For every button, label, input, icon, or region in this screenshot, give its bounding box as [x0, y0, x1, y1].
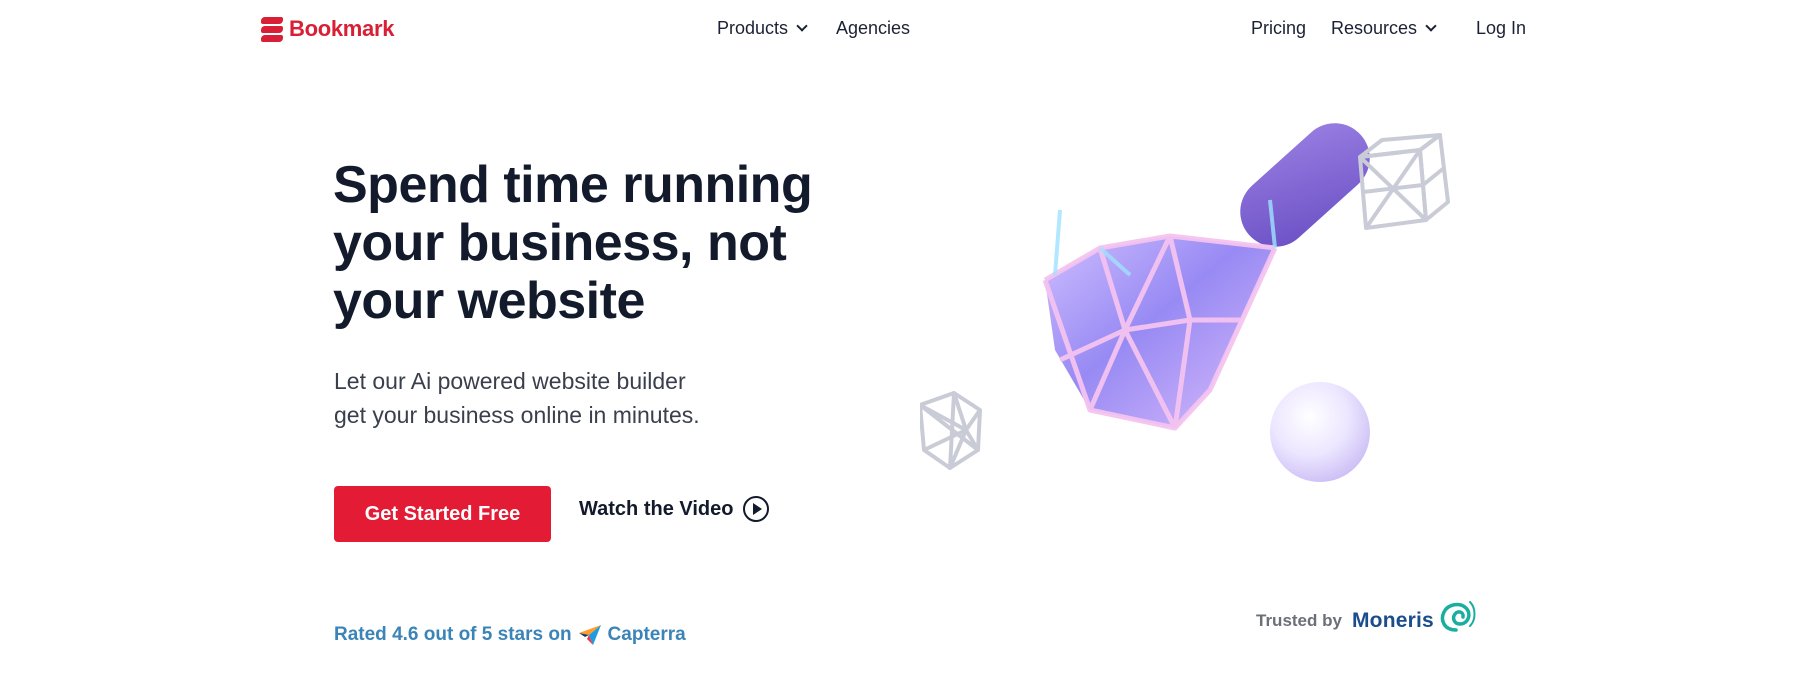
nav-agencies-label: Agencies — [836, 18, 911, 38]
headline-line-1: Spend time running — [333, 156, 813, 214]
nav-resources[interactable]: Resources — [1331, 18, 1437, 39]
bookmark-logo[interactable]: Bookmark — [261, 16, 395, 42]
play-circle-icon — [743, 496, 770, 522]
nav-login[interactable]: Log In — [1476, 18, 1526, 39]
nav-pricing[interactable]: Pricing — [1251, 18, 1306, 39]
headline-line-2: your business, not — [333, 214, 787, 272]
capterra-arrow-icon — [578, 625, 601, 645]
nav-products[interactable]: Products — [717, 18, 808, 39]
hero-subheading: Let our Ai powered website builder get y… — [334, 364, 794, 432]
soft-sphere-shape — [1270, 382, 1370, 482]
hero-headline: Spend time running your business, not yo… — [333, 156, 893, 330]
top-navigation: Bookmark Products Agencies Pricing Resou… — [0, 0, 1800, 60]
trusted-by-badge: Trusted by Moneris — [1256, 601, 1478, 636]
nav-resources-label: Resources — [1331, 18, 1418, 38]
trusted-by-label: Trusted by — [1256, 611, 1342, 630]
chevron-down-icon — [796, 20, 808, 32]
nav-login-label: Log In — [1476, 18, 1527, 38]
chevron-down-icon — [1425, 20, 1437, 32]
headline-line-3: your website — [333, 272, 645, 330]
subheading-line-2: get your business online in minutes. — [334, 402, 700, 428]
watch-video-button[interactable]: Watch the Video — [579, 496, 770, 522]
get-started-button[interactable]: Get Started Free — [334, 486, 551, 542]
rating-text: Rated 4.6 out of 5 stars on — [334, 624, 572, 645]
subheading-line-1: Let our Ai powered website builder — [334, 368, 686, 394]
nav-products-label: Products — [717, 18, 789, 38]
gem-crystal-shape — [1042, 199, 1278, 431]
purple-capsule-shape — [1240, 123, 1370, 247]
nav-agencies[interactable]: Agencies — [836, 18, 910, 39]
brand-name: Bookmark — [289, 16, 395, 41]
wire-cube-shape — [1358, 133, 1450, 230]
capterra-rating-link[interactable]: Rated 4.6 out of 5 stars on Capterra — [334, 624, 686, 646]
bookmark-logo-icon — [261, 16, 283, 42]
moneris-logo-text: Moneris — [1351, 609, 1434, 632]
nav-pricing-label: Pricing — [1251, 18, 1307, 38]
moneris-swirl-icon — [1440, 601, 1476, 632]
hero-illustration — [920, 123, 1450, 482]
wire-sphere-shape — [920, 391, 982, 470]
watch-video-label: Watch the Video — [579, 497, 734, 520]
rating-platform: Capterra — [607, 624, 686, 645]
